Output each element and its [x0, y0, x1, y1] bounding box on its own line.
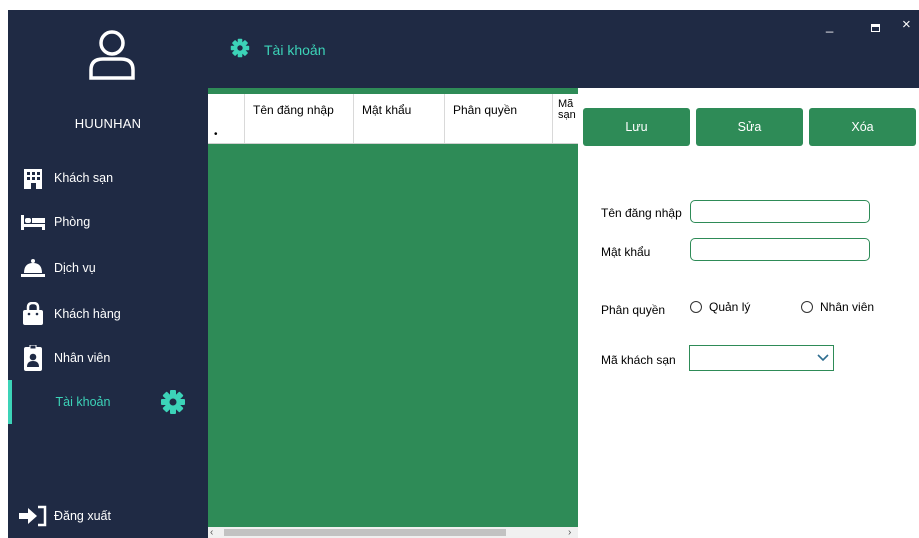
- hotel-id-label: Mã khách sạn: [601, 353, 676, 367]
- sidebar-item-hotel[interactable]: Khách sạn: [8, 158, 208, 198]
- column-header-password[interactable]: Mật khẩu: [354, 94, 445, 126]
- table-row[interactable]: •: [208, 126, 578, 144]
- password-field[interactable]: [690, 238, 870, 261]
- scroll-right-arrow-icon[interactable]: ›: [568, 527, 571, 538]
- sidebar-item-label: Nhân viên: [54, 351, 111, 365]
- hotel-id-select[interactable]: [689, 345, 834, 371]
- radio-circle[interactable]: [690, 301, 702, 313]
- edit-button[interactable]: Sửa: [696, 108, 803, 146]
- close-button[interactable]: ×: [902, 16, 911, 33]
- header-bar: Tài khoản _ ×: [208, 10, 919, 88]
- hotel-icon: [18, 166, 48, 190]
- new-row-marker: •: [208, 126, 245, 143]
- username-field[interactable]: [690, 200, 870, 223]
- minimize-button[interactable]: _: [826, 18, 833, 33]
- id-badge-icon: [18, 345, 48, 371]
- column-header-hotel-id[interactable]: Mã sạn: [553, 94, 578, 126]
- username-label: Tên đăng nhập: [601, 206, 682, 220]
- role-radio-manager[interactable]: Quản lý: [690, 300, 750, 314]
- sidebar: HUUNHAN Khách sạn Phòng Dịch vụ Khách hà…: [8, 10, 208, 538]
- sidebar-item-label: Khách hàng: [54, 307, 121, 321]
- accounts-grid[interactable]: Tên đăng nhập Mật khẩu Phân quyền Mã sạn…: [208, 88, 578, 538]
- role-radio-employee[interactable]: Nhân viên: [801, 300, 874, 314]
- grid-header: Tên đăng nhập Mật khẩu Phân quyền Mã sạn: [208, 94, 578, 127]
- bed-icon: [18, 210, 48, 234]
- table-cell[interactable]: [245, 126, 354, 143]
- logout-label: Đăng xuất: [54, 509, 111, 523]
- save-button[interactable]: Lưu: [583, 108, 690, 146]
- gear-icon: [230, 38, 250, 58]
- sidebar-item-label: Dịch vụ: [54, 261, 96, 275]
- role-label: Phân quyền: [601, 303, 666, 317]
- sidebar-item-room[interactable]: Phòng: [8, 202, 208, 242]
- column-header-role[interactable]: Phân quyền: [445, 94, 553, 126]
- row-header-corner: [208, 94, 245, 126]
- scrollbar-thumb[interactable]: [224, 529, 506, 536]
- password-label: Mật khẩu: [601, 245, 651, 259]
- sidebar-item-account[interactable]: Tài khoản: [8, 380, 158, 424]
- shopping-bag-icon: [18, 302, 48, 326]
- chevron-down-icon[interactable]: [817, 354, 829, 362]
- username: HUUNHAN: [74, 116, 142, 131]
- table-cell[interactable]: [445, 126, 553, 143]
- radio-label: Quản lý: [709, 300, 751, 314]
- sidebar-item-label: Phòng: [54, 215, 91, 229]
- radio-label: Nhân viên: [820, 300, 875, 314]
- delete-button[interactable]: Xóa: [809, 108, 916, 146]
- sidebar-item-service[interactable]: Dịch vụ: [8, 248, 208, 288]
- radio-circle[interactable]: [801, 301, 813, 313]
- maximize-button[interactable]: [871, 24, 880, 32]
- service-bell-icon: [18, 256, 48, 280]
- page-title: Tài khoản: [264, 42, 326, 58]
- column-header-username[interactable]: Tên đăng nhập: [245, 94, 354, 126]
- sidebar-item-employee[interactable]: Nhân viên: [8, 338, 208, 378]
- sidebar-item-customer[interactable]: Khách hàng: [8, 294, 208, 334]
- logout-icon: [18, 504, 48, 528]
- scroll-left-arrow-icon[interactable]: ‹: [210, 527, 213, 538]
- horizontal-scrollbar[interactable]: ‹ ›: [208, 527, 578, 538]
- table-cell[interactable]: [354, 126, 445, 143]
- gear-icon: [161, 390, 185, 414]
- sidebar-item-label: Tài khoản: [55, 395, 111, 409]
- sidebar-item-label: Khách sạn: [54, 171, 114, 185]
- user-avatar-icon: [89, 30, 135, 80]
- table-cell[interactable]: [553, 126, 578, 143]
- logout-button[interactable]: Đăng xuất: [8, 496, 208, 536]
